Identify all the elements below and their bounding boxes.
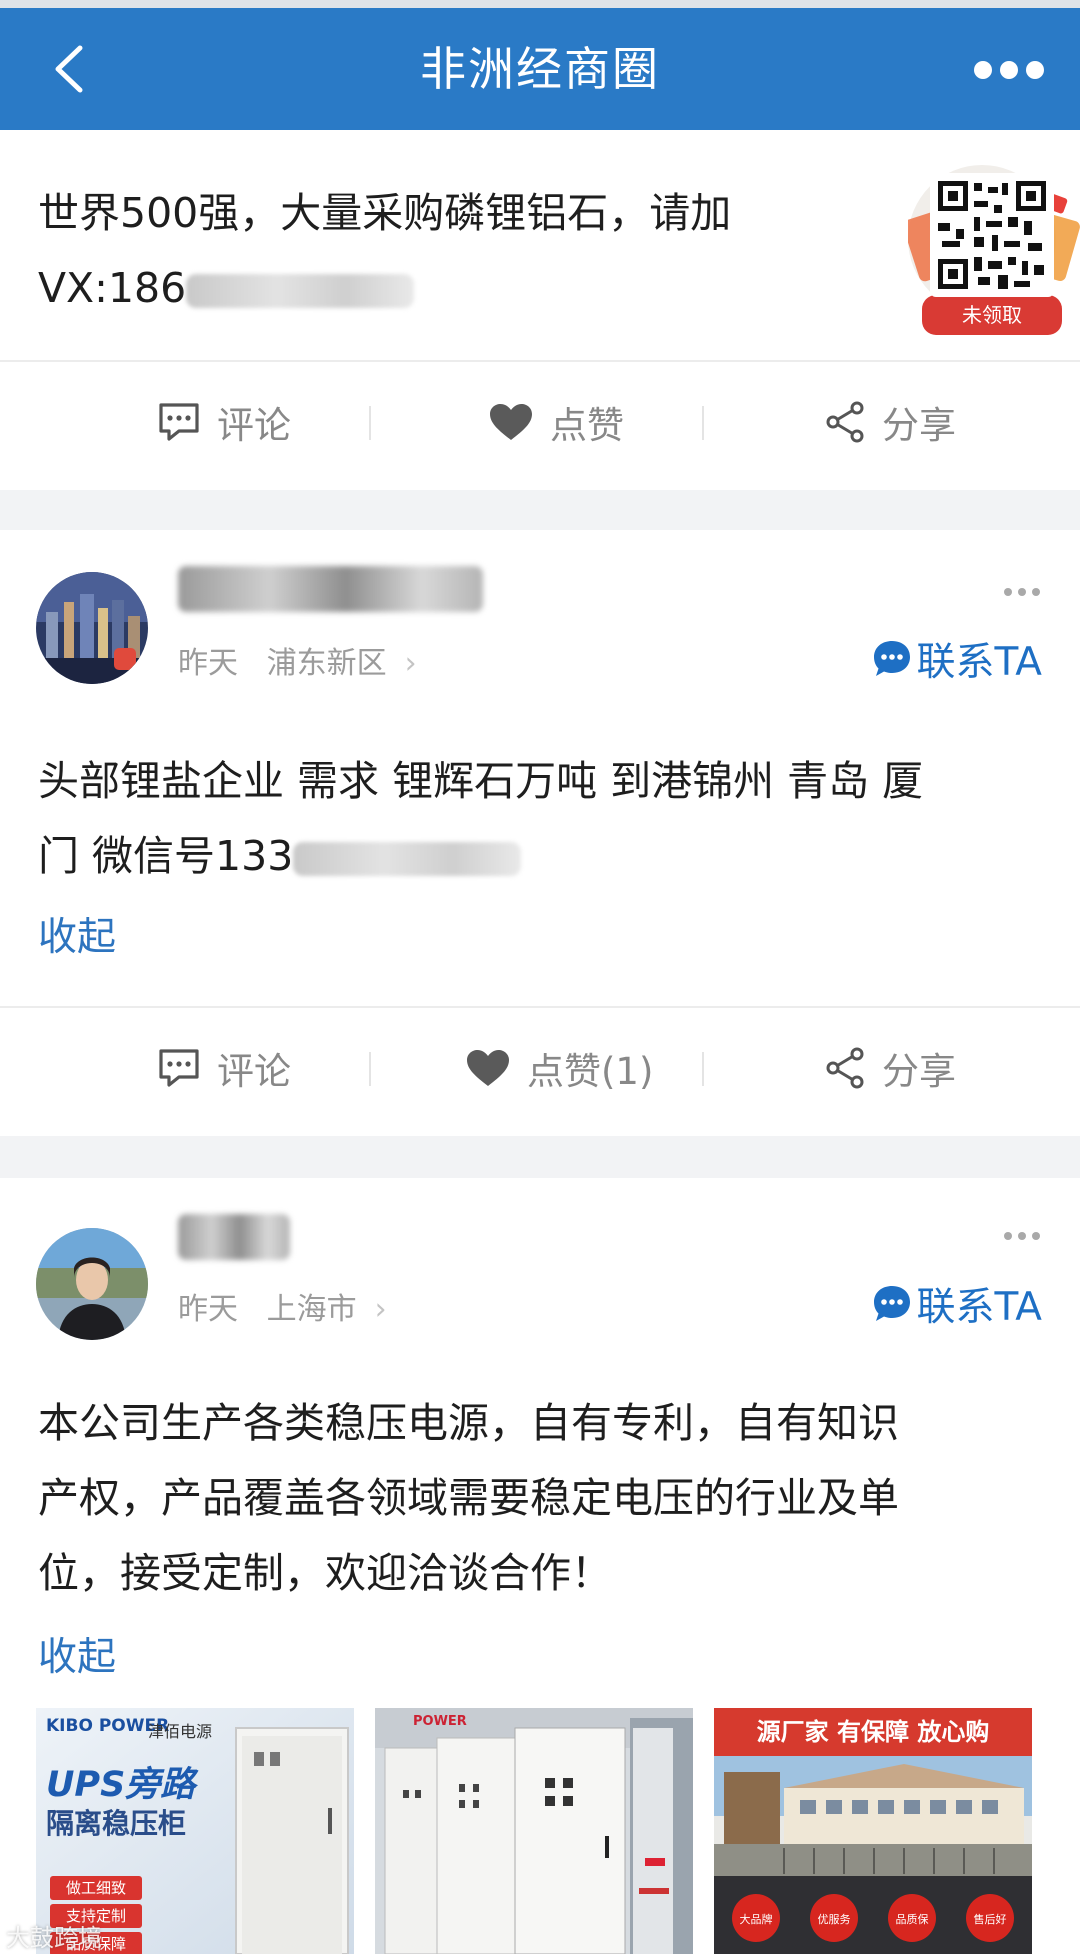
post-card-1: 世界500强，大量采购磷锂铝石，请加 VX:186 未领取 评论 点赞 分享 (0, 130, 1080, 490)
separator (702, 1052, 704, 1086)
separator (702, 406, 704, 440)
page-title: 非洲经商圈 (420, 42, 660, 96)
collapse-link[interactable]: 收起 (38, 1626, 116, 1682)
separator (369, 406, 371, 440)
separator (369, 1052, 371, 1086)
badge-label: 优服务 (817, 1913, 851, 1926)
image-subheadline: 隔离稳压柜 (46, 1807, 187, 1840)
watermark: 大鼓跨境 (6, 1924, 102, 1952)
share-button[interactable]: 分享 (824, 1008, 956, 1128)
post-meta: 昨天 浦东新区 › (178, 646, 417, 681)
post-card-2: 昨天 浦东新区 › 联系TA 头部锂盐企业 需求 锂辉石万吨 到港锦州 青岛 厦 … (0, 530, 1080, 1136)
more-icon[interactable] (1004, 588, 1040, 598)
share-icon (826, 401, 864, 443)
like-button[interactable]: 点赞 (488, 362, 624, 482)
post-image-2[interactable]: POWER (375, 1708, 693, 1954)
heart-icon (490, 404, 532, 440)
post-image-3[interactable]: 源厂家 有保障 放心购 大品牌 优服务 品质保 售后好 (714, 1708, 1032, 1954)
brand-logo: POWER (413, 1714, 467, 1729)
comment-button[interactable]: 评论 (157, 362, 291, 482)
username-blurred[interactable] (178, 1214, 290, 1260)
chat-bubble-icon (873, 1286, 910, 1321)
more-icon[interactable] (1004, 1232, 1040, 1242)
section-gap (0, 490, 1080, 530)
share-button[interactable]: 分享 (824, 362, 956, 482)
chevron-right-icon: › (374, 1292, 387, 1327)
post-meta: 昨天 上海市 › (178, 1292, 387, 1327)
comment-button[interactable]: 评论 (157, 1008, 291, 1128)
nav-bar: 非洲经商圈 (0, 8, 1080, 130)
more-dots-icon[interactable] (974, 48, 1044, 92)
action-bar: 评论 点赞 分享 (0, 362, 1080, 482)
chevron-right-icon: › (404, 646, 417, 681)
section-gap (0, 1136, 1080, 1178)
back-button[interactable] (40, 36, 100, 102)
unclaimed-badge: 未领取 (962, 303, 1022, 327)
action-bar: 评论 点赞(1) 分享 (0, 1008, 1080, 1128)
collapse-link[interactable]: 收起 (38, 906, 116, 962)
chevron-left-icon (55, 45, 83, 93)
contact-button[interactable]: 联系TA (871, 633, 1042, 685)
post-text: 世界500强，大量采购磷锂铝石，请加 VX:186 (38, 189, 732, 312)
badge-label: 品质保 (895, 1913, 929, 1926)
tag: 做工细致 (50, 1876, 142, 1900)
brand-name: 津佰电源 (148, 1722, 213, 1741)
username-blurred[interactable] (178, 566, 483, 612)
red-packet-qr-widget[interactable]: 未领取 (902, 165, 1080, 345)
post-text: 本公司生产各类稳压电源，自有专利，自有知识 产权，产品覆盖各领域需要稳定电压的行… (38, 1399, 899, 1597)
avatar[interactable] (36, 1228, 148, 1340)
image-headline: UPS旁路 (46, 1765, 196, 1805)
post-text: 头部锂盐企业 需求 锂辉石万吨 到港锦州 青岛 厦 门 微信号133 (38, 757, 924, 880)
avatar[interactable] (36, 572, 148, 684)
image-banner: 源厂家 有保障 放心购 (756, 1718, 990, 1746)
comment-icon (159, 1049, 199, 1087)
share-icon (826, 1047, 864, 1089)
status-strip (0, 0, 1080, 8)
like-button[interactable]: 点赞(1) (465, 1008, 653, 1128)
chat-bubble-icon (873, 641, 910, 676)
comment-icon (159, 403, 199, 441)
heart-icon (467, 1050, 509, 1086)
badge-label: 售后好 (973, 1913, 1007, 1926)
badge-label: 大品牌 (739, 1913, 773, 1926)
contact-button[interactable]: 联系TA (871, 1278, 1042, 1330)
